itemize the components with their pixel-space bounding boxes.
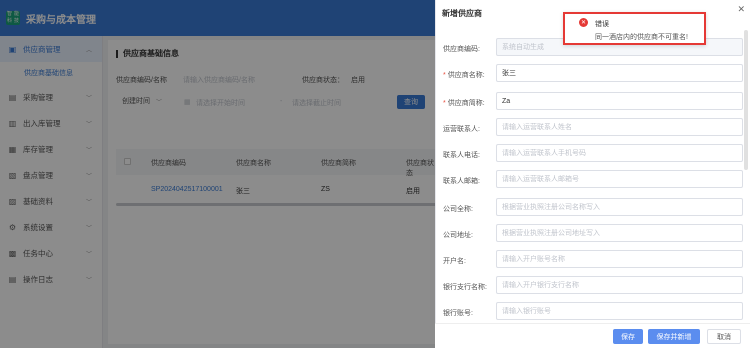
form-row-supplier-name: * 供应商名称: 张三 [436,64,750,84]
field-label: 银行账号: [443,310,473,317]
form-row-company-name: 公司全称: 根据营业执照注册公司名称写入 [436,198,750,218]
toast-title: 错误 [595,21,609,28]
drawer-title: 新增供应商 [442,9,482,18]
form-row-account-name: 开户名: 请输入开户账号名称 [436,250,750,270]
field-label: 运营联系人: [443,126,480,133]
field-label: 供应商编码: [443,46,480,53]
contact-email-input[interactable]: 请输入运营联系人邮箱号 [496,170,743,188]
required-mark: * [443,100,446,107]
field-label: * 供应商名称: [443,72,485,79]
form-row-contact-email: 联系人邮箱: 请输入运营联系人邮箱号 [436,170,750,190]
supplier-name-input[interactable]: 张三 [496,64,743,82]
account-name-input[interactable]: 请输入开户账号名称 [496,250,743,268]
add-supplier-drawer: 新增供应商 ✕ 供应商编码: 系统自动生成 * 供应商名称: 张三 * 供应商简称:… [435,0,750,348]
field-label: 公司全称: [443,206,473,213]
field-label: 联系人邮箱: [443,178,480,185]
field-label: 公司地址: [443,232,473,239]
toast-message: 同一酒店内的供应商不可重名! [595,34,688,41]
company-address-input[interactable]: 根据营业执照注册公司地址写入 [496,224,743,242]
form-row-bank-branch: 银行支行名称: 请输入开户银行支行名称 [436,276,750,296]
supplier-short-name-input[interactable]: Za [496,92,743,110]
field-label: 开户名: [443,258,466,265]
form-row-ops-contact: 运营联系人: 请输入运营联系人姓名 [436,118,750,138]
form-row-company-address: 公司地址: 根据营业执照注册公司地址写入 [436,224,750,244]
ops-contact-input[interactable]: 请输入运营联系人姓名 [496,118,743,136]
modal-overlay[interactable] [0,0,435,348]
company-name-input[interactable]: 根据营业执照注册公司名称写入 [496,198,743,216]
bank-branch-input[interactable]: 请输入开户银行支行名称 [496,276,743,294]
save-and-new-button[interactable]: 保存并新增 [648,329,700,344]
form-row-contact-phone: 联系人电话: 请输入运营联系人手机号码 [436,144,750,164]
form-row-bank-account: 银行账号: 请输入银行账号 [436,302,750,322]
save-button[interactable]: 保存 [613,329,643,344]
form-row-supplier-short-name: * 供应商简称: Za [436,92,750,112]
error-icon: ✕ [579,18,588,27]
contact-phone-input[interactable]: 请输入运营联系人手机号码 [496,144,743,162]
error-toast: ✕ 错误 同一酒店内的供应商不可重名! [563,12,706,45]
required-mark: * [443,72,446,79]
field-label: 联系人电话: [443,152,480,159]
field-label: * 供应商简称: [443,100,485,107]
drawer-footer: 保存 保存并新增 取消 [435,323,750,348]
bank-account-input[interactable]: 请输入银行账号 [496,302,743,320]
field-label: 银行支行名称: [443,284,487,291]
cancel-button[interactable]: 取消 [707,329,741,344]
close-icon[interactable]: ✕ [737,4,745,15]
